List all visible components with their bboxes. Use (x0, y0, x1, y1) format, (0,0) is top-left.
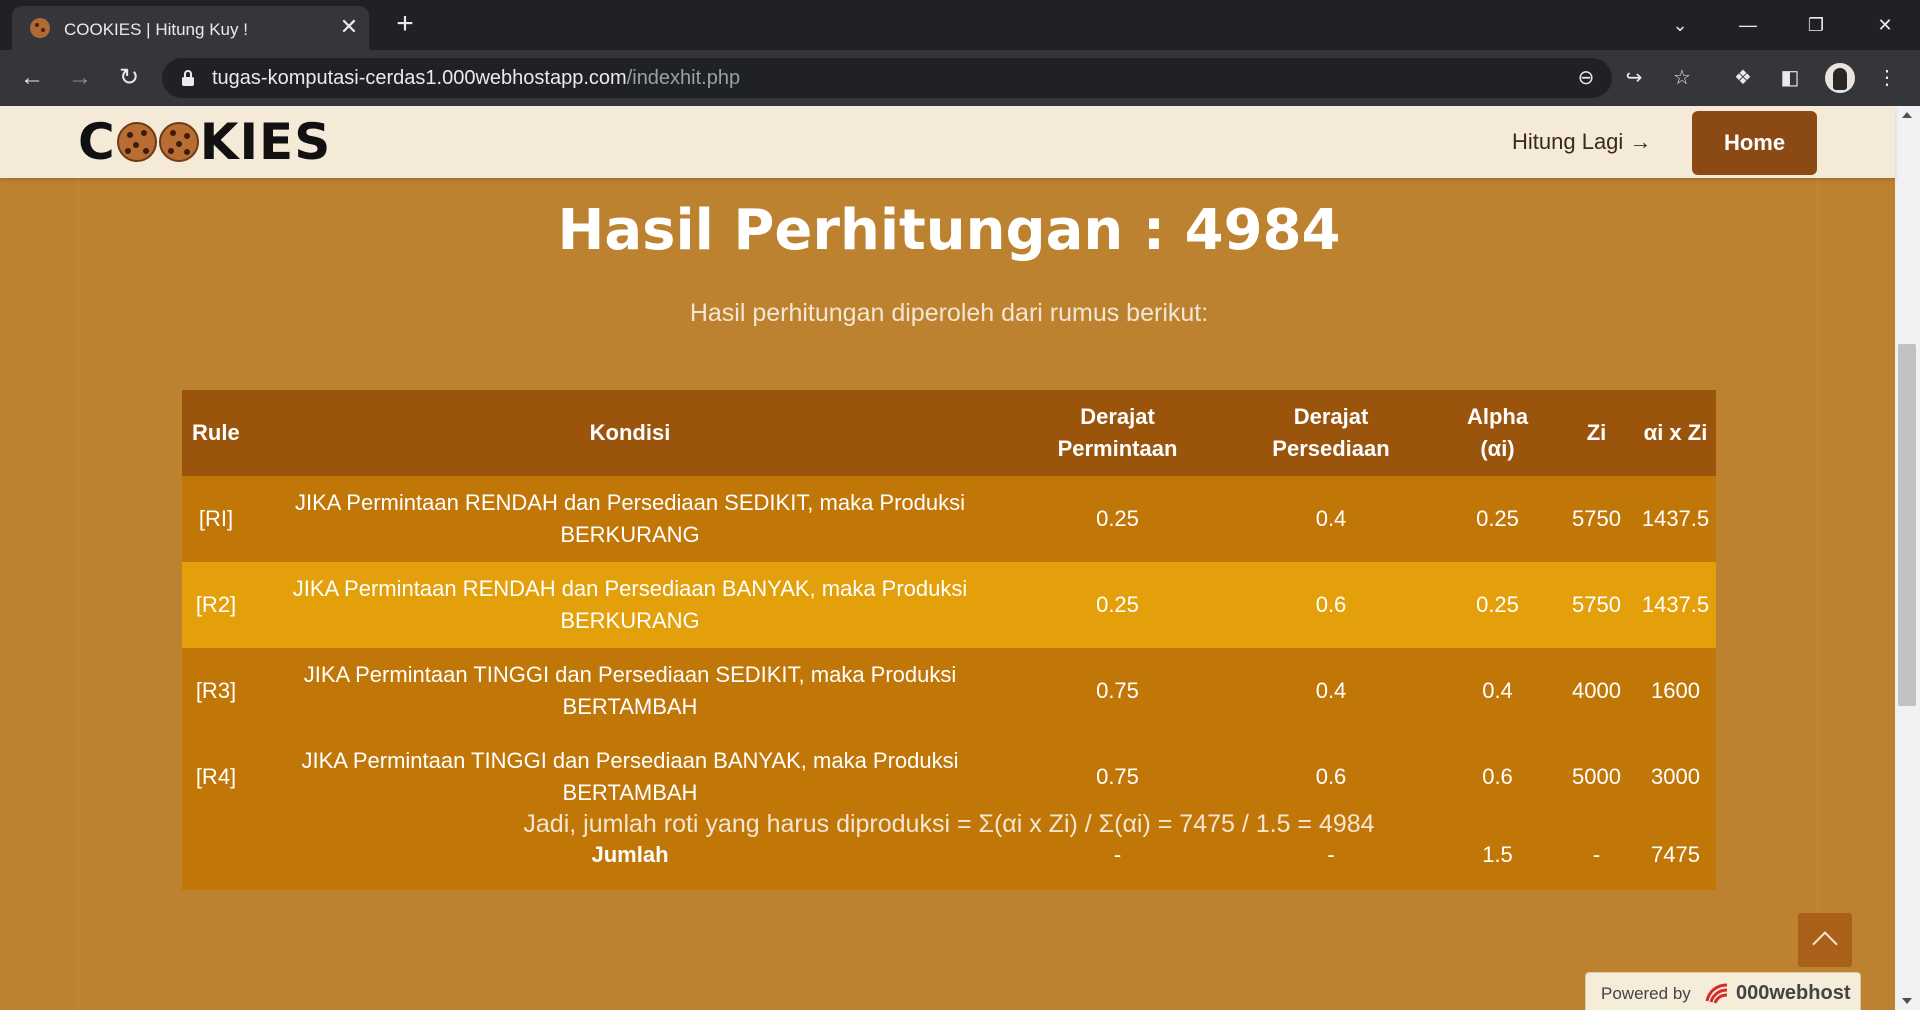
browser-toolbar: ← → ↻ tugas-komputasi-cerdas1.000webhost… (0, 50, 1920, 106)
forward-button[interactable]: → (65, 63, 95, 93)
cell-alpha: 0.6 (1437, 734, 1558, 820)
back-button[interactable]: ← (17, 63, 47, 93)
cell-rule: [R4] (182, 734, 250, 820)
table-row: [RI] JIKA Permintaan RENDAH dan Persedia… (182, 476, 1716, 562)
cell-kondisi: JIKA Permintaan TINGGI dan Persediaan SE… (250, 648, 1010, 734)
cell-zi: 5000 (1558, 734, 1635, 820)
site-logo[interactable]: C KIES (78, 113, 331, 171)
new-tab-button[interactable]: + (390, 9, 420, 40)
restore-button[interactable]: ❐ (1801, 10, 1831, 40)
cell-derajat-permintaan: 0.75 (1010, 648, 1225, 734)
hitung-lagi-link[interactable]: Hitung Lagi → (1512, 129, 1651, 155)
cell-kondisi: JIKA Permintaan RENDAH dan Persediaan BA… (250, 562, 1010, 648)
lock-icon[interactable] (182, 70, 194, 86)
table-row: [R2] JIKA Permintaan RENDAH dan Persedia… (182, 562, 1716, 648)
cell-derajat-permintaan: 0.25 (1010, 562, 1225, 648)
cell-alpha-x-zi: 3000 (1635, 734, 1716, 820)
kebab-menu-icon[interactable]: ⋮ (1873, 64, 1901, 92)
cell-alpha-x-zi: 1437.5 (1635, 562, 1716, 648)
table-row: [R4] JIKA Permintaan TINGGI dan Persedia… (182, 734, 1716, 820)
table-header-row: Rule Kondisi Derajat Permintaan Derajat Pe… (182, 390, 1716, 476)
header-alpha: Alpha (αi) (1437, 390, 1558, 476)
scroll-up-arrow-icon[interactable] (1902, 112, 1912, 118)
powered-by-badge[interactable]: Powered by 000webhost (1585, 972, 1861, 1010)
close-tab-icon[interactable]: ✕ (338, 16, 360, 38)
cell-alpha: 0.25 (1437, 476, 1558, 562)
side-panel-icon[interactable]: ◧ (1776, 64, 1804, 92)
reload-button[interactable]: ↻ (114, 63, 144, 93)
header-zi: Zi (1558, 390, 1635, 476)
powered-by-brand: 000webhost (1736, 982, 1851, 1004)
cookie-icon (158, 122, 199, 162)
page-scrollbar[interactable] (1895, 106, 1920, 1010)
cell-derajat-persediaan: 0.6 (1225, 734, 1437, 820)
header-derajat-permintaan: Derajat Permintaan (1010, 390, 1225, 476)
conclusion-text: Jadi, jumlah roti yang harus diproduksi … (523, 810, 1375, 838)
cell-kondisi: JIKA Permintaan RENDAH dan Persediaan SE… (250, 476, 1010, 562)
subtitle: Hasil perhitungan diperoleh dari rumus b… (689, 299, 1209, 327)
browser-tab[interactable]: COOKIES | Hitung Kuy ! ✕ (12, 6, 369, 50)
powered-by-label: Powered by (1601, 984, 1691, 1003)
table-row: [R3] JIKA Permintaan TINGGI dan Persedia… (182, 648, 1716, 734)
cell-rule: [R3] (182, 648, 250, 734)
webhost-logo-icon (1705, 983, 1728, 1004)
cell-derajat-persediaan: 0.4 (1225, 648, 1437, 734)
cell-zi: 5750 (1558, 562, 1635, 648)
cell-derajat-permintaan: 0.75 (1010, 734, 1225, 820)
address-bar[interactable]: tugas-komputasi-cerdas1.000webhostapp.co… (162, 58, 1612, 98)
header-rule: Rule (182, 390, 250, 476)
header-kondisi: Kondisi (250, 390, 1010, 476)
cell-alpha-x-zi: 1437.5 (1635, 476, 1716, 562)
scroll-down-arrow-icon[interactable] (1902, 998, 1912, 1004)
scrollbar-thumb[interactable] (1898, 344, 1916, 706)
cell-rule: [R2] (182, 562, 250, 648)
zoom-out-icon[interactable]: ⊖ (1572, 64, 1600, 92)
home-button[interactable]: Home (1692, 111, 1817, 175)
scroll-to-top-button[interactable] (1798, 913, 1852, 967)
profile-avatar[interactable] (1825, 63, 1855, 93)
cookie-icon (30, 18, 50, 38)
header-alpha-x-zi: αi x Zi (1635, 390, 1716, 476)
cookie-icon (116, 122, 157, 162)
cell-alpha: 0.25 (1437, 562, 1558, 648)
cell-zi: 4000 (1558, 648, 1635, 734)
page-viewport: C KIES Hitung Lagi → Home Hasil Perhitun… (0, 106, 1920, 1010)
star-icon[interactable]: ☆ (1668, 64, 1696, 92)
main-content: Hasil Perhitungan : 4984 Hasil perhitung… (78, 178, 1818, 1010)
minimize-button[interactable]: — (1733, 10, 1763, 40)
page-title: Hasil Perhitungan : 4984 (557, 198, 1341, 263)
cell-kondisi: JIKA Permintaan TINGGI dan Persediaan BA… (250, 734, 1010, 820)
header-derajat-persediaan: Derajat Persediaan (1225, 390, 1437, 476)
window-close-button[interactable]: ✕ (1870, 10, 1900, 40)
browser-tab-bar: COOKIES | Hitung Kuy ! ✕ + ⌄ — ❐ ✕ (0, 0, 1920, 50)
tab-search-chevron-icon[interactable]: ⌄ (1665, 10, 1695, 40)
cell-zi: 5750 (1558, 476, 1635, 562)
cell-derajat-permintaan: 0.25 (1010, 476, 1225, 562)
site-navbar: C KIES Hitung Lagi → Home (0, 106, 1895, 178)
cell-alpha-x-zi: 1600 (1635, 648, 1716, 734)
url-text[interactable]: tugas-komputasi-cerdas1.000webhostapp.co… (212, 67, 740, 90)
puzzle-icon[interactable]: ❖ (1729, 64, 1757, 92)
tab-title: COOKIES | Hitung Kuy ! (64, 20, 248, 39)
cell-derajat-persediaan: 0.4 (1225, 476, 1437, 562)
cell-rule: [RI] (182, 476, 250, 562)
share-icon[interactable]: ↪ (1620, 64, 1648, 92)
cell-alpha: 0.4 (1437, 648, 1558, 734)
cell-derajat-persediaan: 0.6 (1225, 562, 1437, 648)
